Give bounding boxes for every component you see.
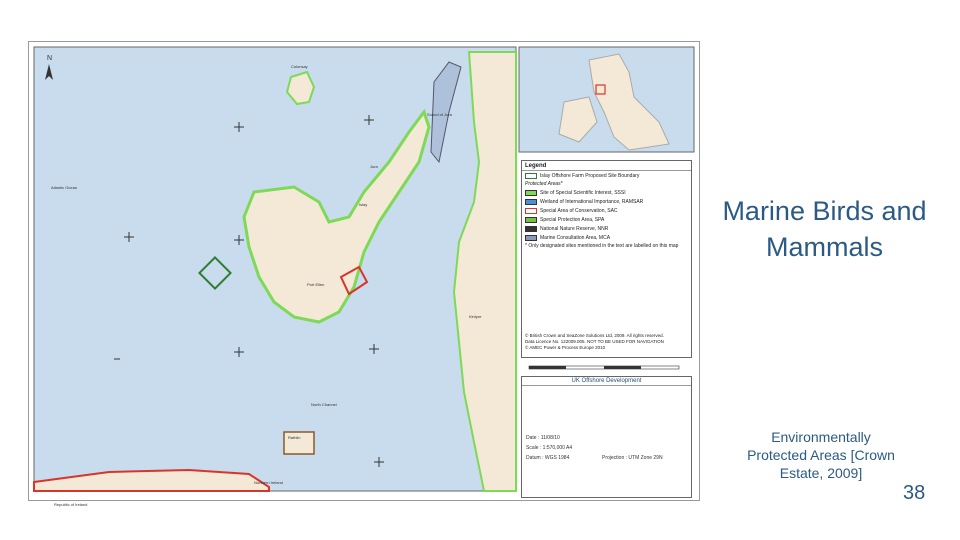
svg-text:N: N: [47, 55, 52, 62]
legend-item: Special Protection Area, SPA: [522, 215, 691, 224]
title-projection: Projection : UTM Zone 29N: [602, 455, 663, 461]
legend-item: Special Area of Conservation, SAC: [522, 206, 691, 215]
legend-swatch: [525, 189, 537, 196]
slide-heading: Marine Birds and Mammals: [722, 196, 927, 262]
label-islay: Islay: [359, 202, 368, 207]
legend-item: Islay Offshore Farm Proposed Site Bounda…: [522, 171, 691, 180]
title-datum: Datum : WGS 1984: [526, 455, 570, 461]
page-number: 38: [903, 482, 926, 504]
title-date: Date : 11/08/10: [526, 435, 560, 441]
label-jura: Jura: [370, 164, 378, 169]
legend-swatch: [525, 198, 537, 205]
legend-swatch: [525, 172, 537, 179]
label-rathlin: Rathlin: [288, 435, 301, 440]
label-kintyre: Kintyre: [469, 314, 482, 319]
legend-subheading: Protected Areas*: [525, 181, 563, 187]
label-republic-of-ireland: Republic of Ireland: [54, 502, 88, 507]
legend-item: Wetland of International Importance, RAM…: [522, 197, 691, 206]
map-legend: Legend Islay Offshore Farm Proposed Site…: [521, 160, 692, 358]
legend-footnote: * Only designated sites mentioned in the…: [525, 243, 679, 249]
label-north-channel: North Channel: [311, 402, 337, 407]
label-sound-of-jura: Sound of Jura: [427, 112, 452, 117]
title-scale: Scale : 1:570,000 A4: [526, 445, 573, 451]
legend-swatch: [525, 234, 537, 241]
legend-item: Site of Special Scientific Interest, SSS…: [522, 188, 691, 197]
title-block-header: UK Offshore Development: [522, 377, 691, 386]
legend-item: National Nature Reserve, NNR: [522, 224, 691, 233]
legend-swatch: [525, 207, 537, 214]
label-atlantic: Atlantic Ocean: [51, 185, 78, 190]
legend-title: Legend: [522, 161, 691, 171]
legend-item: Marine Consultation Area, MCA: [522, 233, 691, 242]
label-port-ellen: Port Ellen: [307, 282, 325, 287]
copyright-block: © British Crown and SeaZone Solutions Lt…: [525, 333, 664, 350]
legend-swatch: [525, 225, 537, 232]
label-northern-ireland: Northern Ireland: [254, 480, 283, 485]
legend-swatch: [525, 216, 537, 223]
title-block: UK Offshore Development Date : 11/08/10 …: [521, 376, 692, 498]
figure-caption: Environmentally Protected Areas [Crown E…: [747, 429, 895, 481]
scale-bar: [528, 365, 680, 370]
label-colonsay: Colonsay: [291, 64, 308, 69]
